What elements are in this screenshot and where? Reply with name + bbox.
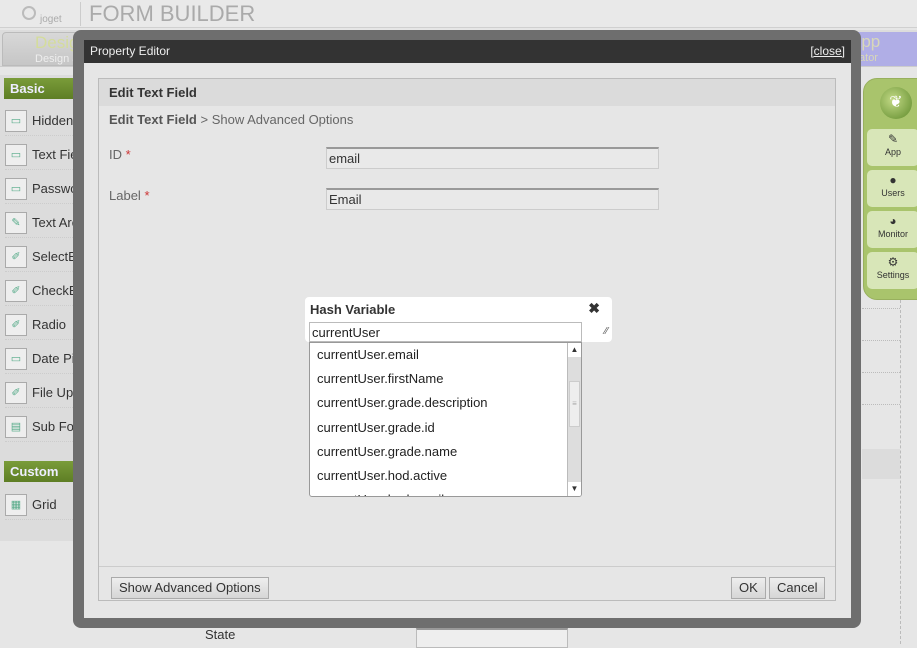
label-label-text: Label — [109, 188, 141, 203]
state-input[interactable] — [416, 628, 568, 648]
breadcrumb-advanced-link[interactable]: Show Advanced Options — [212, 112, 354, 127]
label-input[interactable] — [326, 188, 659, 210]
hash-variable-option[interactable]: currentUser.hod.email — [310, 488, 581, 496]
cancel-button[interactable]: Cancel — [769, 577, 826, 599]
divider — [862, 340, 900, 341]
canvas-section — [862, 449, 900, 479]
required-marker: * — [125, 147, 131, 162]
scrollbar[interactable]: ▲ ≡ ▼ — [567, 343, 581, 496]
hash-variable-option[interactable]: currentUser.grade.name — [310, 440, 581, 464]
close-link[interactable]: [close] — [810, 40, 845, 63]
id-input[interactable] — [326, 147, 659, 169]
gears-icon: ⚙ — [887, 255, 899, 269]
edit-icon: ✎ — [887, 132, 899, 146]
subform-icon: ▤ — [5, 415, 27, 438]
breadcrumb: Edit Text Field > Show Advanced Options — [109, 112, 353, 127]
hash-variable-input[interactable] — [309, 322, 582, 342]
canvas-border — [900, 300, 901, 644]
divider — [862, 404, 900, 405]
hash-variable-option[interactable]: currentUser.grade.description — [310, 391, 581, 415]
field-add-icon: ▭ — [5, 177, 27, 200]
textarea-icon: ✎ — [5, 211, 27, 234]
pencil-icon: ✐ — [5, 381, 27, 404]
nav-label: App — [884, 147, 901, 157]
app-logo-icon[interactable]: ❦ — [880, 87, 912, 119]
divider — [862, 308, 900, 309]
ok-button[interactable]: OK — [731, 577, 766, 599]
top-bar: joget FORM BUILDER — [0, 0, 917, 28]
hash-variable-option[interactable]: currentUser.email — [310, 343, 581, 367]
label-label: Label * — [109, 188, 150, 203]
pencil-icon: ✐ — [5, 279, 27, 302]
palette-item-label: Text Are — [32, 215, 79, 230]
modal-titlebar: Property Editor [close] — [84, 40, 851, 63]
palette-item-label: Grid — [32, 497, 57, 512]
show-advanced-options-button[interactable]: Show Advanced Options — [111, 577, 269, 599]
panel-footer-divider — [99, 566, 835, 567]
scroll-up-icon[interactable]: ▲ — [568, 343, 581, 357]
hash-variable-suggestions: currentUser.email currentUser.firstName cu… — [309, 342, 582, 497]
breadcrumb-separator: > — [196, 112, 212, 127]
joget-logo: joget — [22, 6, 76, 26]
breadcrumb-current: Edit Text Field — [109, 112, 197, 127]
scroll-down-icon[interactable]: ▼ — [568, 482, 581, 496]
nav-settings[interactable]: ⚙ Settings — [867, 252, 917, 289]
panel-title: Edit Text Field — [99, 79, 835, 106]
field-add-icon: ▭ — [5, 143, 27, 166]
nav-label: Monitor — [877, 229, 908, 239]
logo-text: joget — [40, 14, 62, 25]
field-add-icon: ▭ — [5, 109, 27, 132]
scroll-thumb[interactable]: ≡ — [569, 381, 580, 427]
field-add-icon: ▭ — [5, 347, 27, 370]
id-label: ID * — [109, 147, 131, 162]
gauge-icon: ◕ — [889, 214, 897, 228]
grid-icon: ▦ — [5, 493, 27, 516]
palette-item-label: Radio — [32, 317, 66, 332]
right-nav: ❦ ✎ App ● Users ◕ Monitor ⚙ Settings — [863, 78, 917, 300]
resize-grip-icon[interactable]: ⁄⁄ — [605, 326, 608, 337]
divider — [862, 372, 900, 373]
close-icon[interactable]: ✖ — [588, 300, 600, 317]
modal-title: Property Editor — [90, 44, 171, 58]
nav-monitor[interactable]: ◕ Monitor — [867, 211, 917, 248]
user-icon: ● — [889, 173, 897, 187]
hash-variable-option[interactable]: currentUser.firstName — [310, 367, 581, 391]
nav-app[interactable]: ✎ App — [867, 129, 917, 166]
hash-variable-popup: Hash Variable ✖ ⁄⁄ — [305, 297, 612, 342]
nav-label: Settings — [876, 270, 910, 280]
hash-variable-option[interactable]: currentUser.grade.id — [310, 416, 581, 440]
state-label: State — [205, 627, 236, 642]
page-title: FORM BUILDER — [80, 2, 255, 26]
hash-variable-option[interactable]: currentUser.hod.active — [310, 464, 581, 488]
nav-label: Users — [881, 188, 905, 198]
pencil-icon: ✐ — [5, 245, 27, 268]
pencil-icon: ✐ — [5, 313, 27, 336]
hash-variable-title: Hash Variable — [310, 302, 396, 317]
nav-users[interactable]: ● Users — [867, 170, 917, 207]
required-marker: * — [144, 188, 150, 203]
id-label-text: ID — [109, 147, 122, 162]
